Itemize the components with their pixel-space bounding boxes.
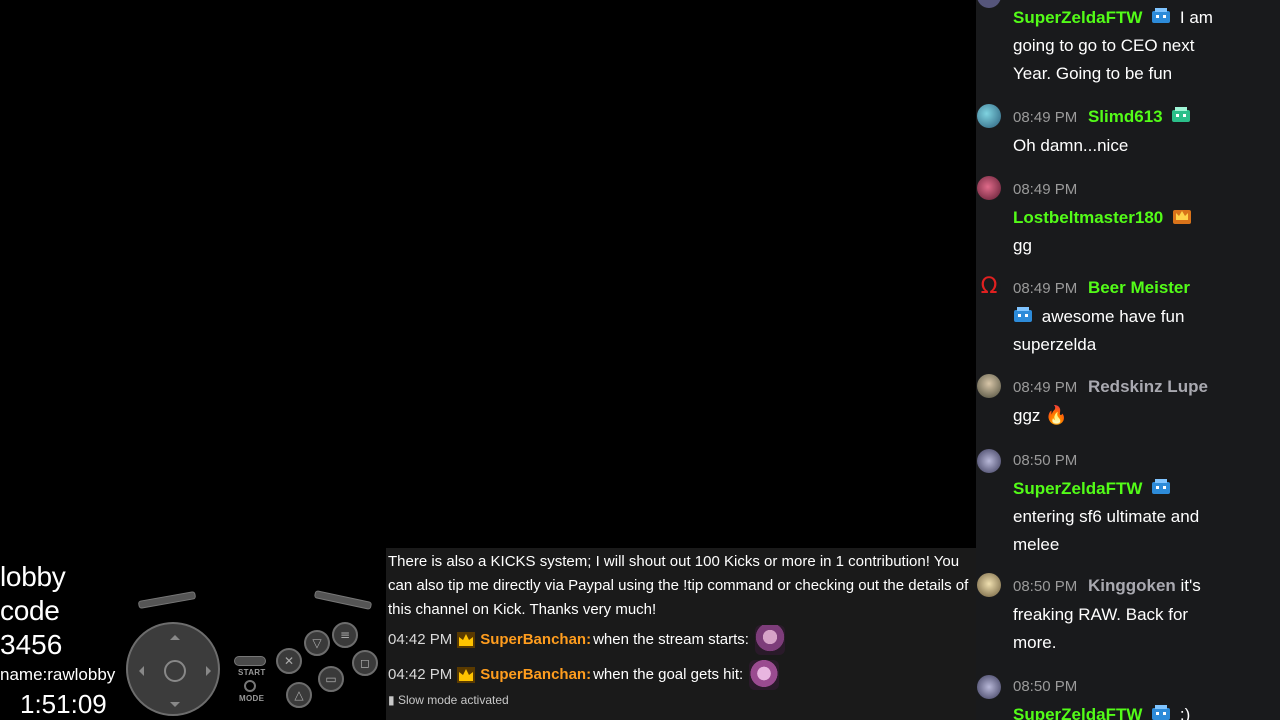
mode-label: MODE <box>239 694 265 703</box>
message-username[interactable]: Redskinz Lupe <box>1088 377 1208 396</box>
message-time: 08:49 PM <box>1013 181 1078 198</box>
message-time: 08:50 PM <box>1013 452 1078 469</box>
dpad <box>126 622 220 716</box>
message-username[interactable]: SuperBanchan <box>480 666 586 683</box>
message-time: 08:49 PM <box>1013 280 1078 297</box>
message-time: 08:49 PM <box>1013 379 1078 396</box>
message-username[interactable]: Kinggoken <box>1088 576 1176 595</box>
mode-button <box>244 680 256 692</box>
right-shoulder-button <box>313 590 373 610</box>
message-time: 08:50 PM <box>1013 578 1078 595</box>
message-text: :) <box>1179 705 1191 720</box>
message-username[interactable]: SuperBanchan <box>480 631 586 648</box>
message-time: 08:50 PM <box>1013 678 1078 695</box>
crown-badge-icon <box>457 631 476 648</box>
face-button-a: △ <box>286 682 312 708</box>
message-username[interactable]: SuperZeldaFTW <box>1013 8 1142 27</box>
virtual-controller: START MODE ✕ ▽ ≡ ◻ ▭ △ <box>120 588 390 720</box>
message-text: when the goal gets hit: <box>593 666 744 683</box>
message-text: when the stream starts: <box>593 631 749 648</box>
avatar[interactable]: Ω <box>977 275 1001 299</box>
lobby-info: lobby code 3456 name:rawlobby <box>0 560 130 686</box>
face-button-z: ≡ <box>332 622 358 648</box>
lobby-code: 3456 <box>0 629 63 660</box>
crown-badge-icon <box>457 666 476 683</box>
face-button-x: ✕ <box>276 648 302 674</box>
start-button <box>234 656 266 666</box>
subscriber-badge-icon <box>1172 107 1191 122</box>
overlay-chat-message: 04:42 PM SuperBanchan: when the goal get… <box>388 657 976 692</box>
avatar[interactable] <box>977 449 1001 473</box>
start-label: START <box>238 668 266 677</box>
subscriber-badge-icon <box>1152 479 1171 494</box>
face-button-c: ◻ <box>352 650 378 676</box>
left-shoulder-button <box>137 591 197 609</box>
slow-mode-icon: ▮ <box>388 693 395 707</box>
subscriber-badge-icon <box>1152 8 1171 23</box>
overlay-info-message: There is also a KICKS system; I will sho… <box>388 553 969 618</box>
stream-timer: 1:51:09 <box>20 689 107 719</box>
message-username[interactable]: SuperZeldaFTW <box>1013 479 1142 498</box>
message-text: awesome have fun superzelda <box>1013 307 1185 354</box>
avatar[interactable] <box>977 573 1001 597</box>
message-time: 08:49 PM <box>1013 109 1078 126</box>
avatar[interactable] <box>977 374 1001 398</box>
emote-icon <box>749 659 780 690</box>
message-time: 04:42 PM <box>388 631 453 648</box>
slow-mode-text: Slow mode activated <box>397 693 509 707</box>
chat-panel[interactable]: SuperZeldaFTW I am going to go to CEO ne… <box>976 0 1280 720</box>
avatar[interactable] <box>977 176 1001 200</box>
message-text: entering sf6 ultimate and melee <box>1013 507 1200 554</box>
slow-mode-status: ▮ Slow mode activated <box>388 693 976 707</box>
message-text: ggz <box>1013 406 1041 425</box>
subscriber-badge-icon <box>1014 307 1032 322</box>
face-button-y: ▽ <box>304 630 330 656</box>
message-username[interactable]: SuperZeldaFTW <box>1013 705 1142 720</box>
overlay-chat-message: 04:42 PM SuperBanchan: when the stream s… <box>388 622 976 657</box>
stream-overlay-chat: There is also a KICKS system; I will sho… <box>386 548 976 720</box>
message-text: gg <box>1013 236 1032 255</box>
lobby-label: lobby code <box>0 561 66 626</box>
crown-badge-icon <box>1172 210 1191 224</box>
avatar[interactable] <box>977 104 1001 128</box>
emote-icon <box>754 624 785 655</box>
avatar[interactable] <box>977 675 1001 699</box>
lobby-name: name:rawlobby <box>0 665 116 684</box>
message-username[interactable]: Lostbeltmaster180 <box>1013 208 1163 227</box>
fire-emoji-icon: 🔥 <box>1045 405 1068 426</box>
message-text: Oh damn...nice <box>1013 136 1129 155</box>
face-button-b: ▭ <box>318 666 344 692</box>
message-username[interactable]: Beer Meister <box>1088 278 1190 297</box>
message-time: 04:42 PM <box>388 666 453 683</box>
stream-video[interactable]: lobby code 3456 name:rawlobby 1:51:09 ST… <box>0 0 976 720</box>
message-username[interactable]: Slimd613 <box>1088 107 1163 126</box>
subscriber-badge-icon <box>1152 705 1171 720</box>
avatar[interactable] <box>977 0 1001 8</box>
